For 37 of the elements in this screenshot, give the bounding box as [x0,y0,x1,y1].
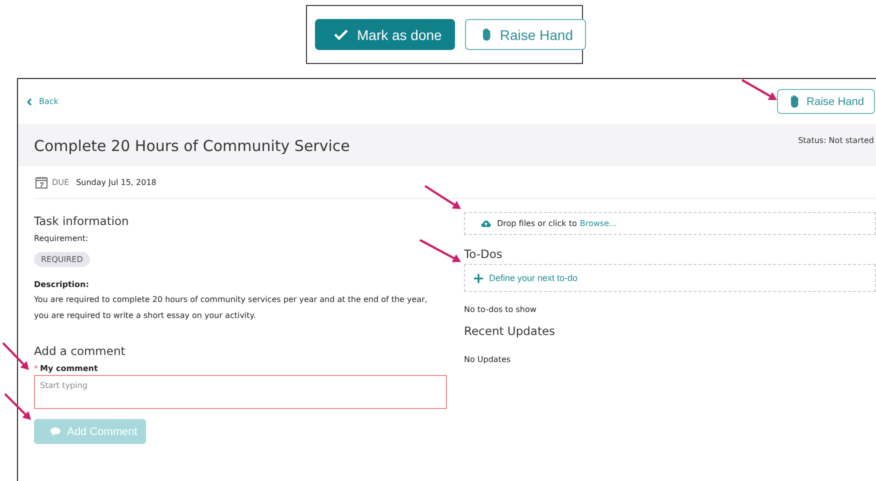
calendar-icon [35,176,48,188]
cloud-upload-icon [481,220,491,227]
check-icon [334,29,348,40]
description-label: Description: [34,280,90,289]
description-text: You are required to complete 20 hours of community services per year and at the end of the year, you are required to write a short essay on your activity. [34,294,428,322]
empty-updates-text: No Updates [464,355,512,364]
callout-arrow [419,239,461,262]
required-mark: * [34,364,38,373]
raise-hand-button[interactable]: Raise Hand [464,19,586,50]
hand-icon [482,28,491,41]
callout-arrow [2,342,29,370]
browse-link[interactable]: Browse... [580,219,617,228]
back-link[interactable]: Back [27,97,58,106]
section-heading: Task information [34,214,130,228]
requirement-label: Requirement: [34,234,90,243]
field-label: My comment [40,364,98,373]
due-label: DUE [52,178,70,186]
due-date: Sunday Jul 15, 2018 [76,178,156,186]
section-heading: Add a comment [34,344,126,358]
chevron-left-icon [27,98,32,106]
task-title: Complete 20 Hours of Community Service [34,137,350,155]
empty-todos-text: No to-dos to show [464,305,538,314]
hand-icon [790,95,799,108]
task-status: Status: Not started [798,136,874,145]
callout-arrow [424,185,461,209]
plus-icon [474,274,483,282]
mark-done-button[interactable]: Mark as done [315,19,455,50]
callout-arrow [4,393,31,420]
drop-files-text: Drop files or click to [497,219,577,228]
requirement-tag: REQUIRED [34,252,90,267]
add-todo-button[interactable]: Define your next to-do [464,264,876,292]
raise-hand-button[interactable]: Raise Hand [776,89,875,114]
file-drop-zone[interactable]: Drop files or click to Browse... [464,212,876,235]
section-heading: Recent Updates [464,324,556,338]
section-heading: To-Dos [464,247,504,261]
speech-bubble-icon [50,427,61,436]
callout-arrow [741,79,777,100]
